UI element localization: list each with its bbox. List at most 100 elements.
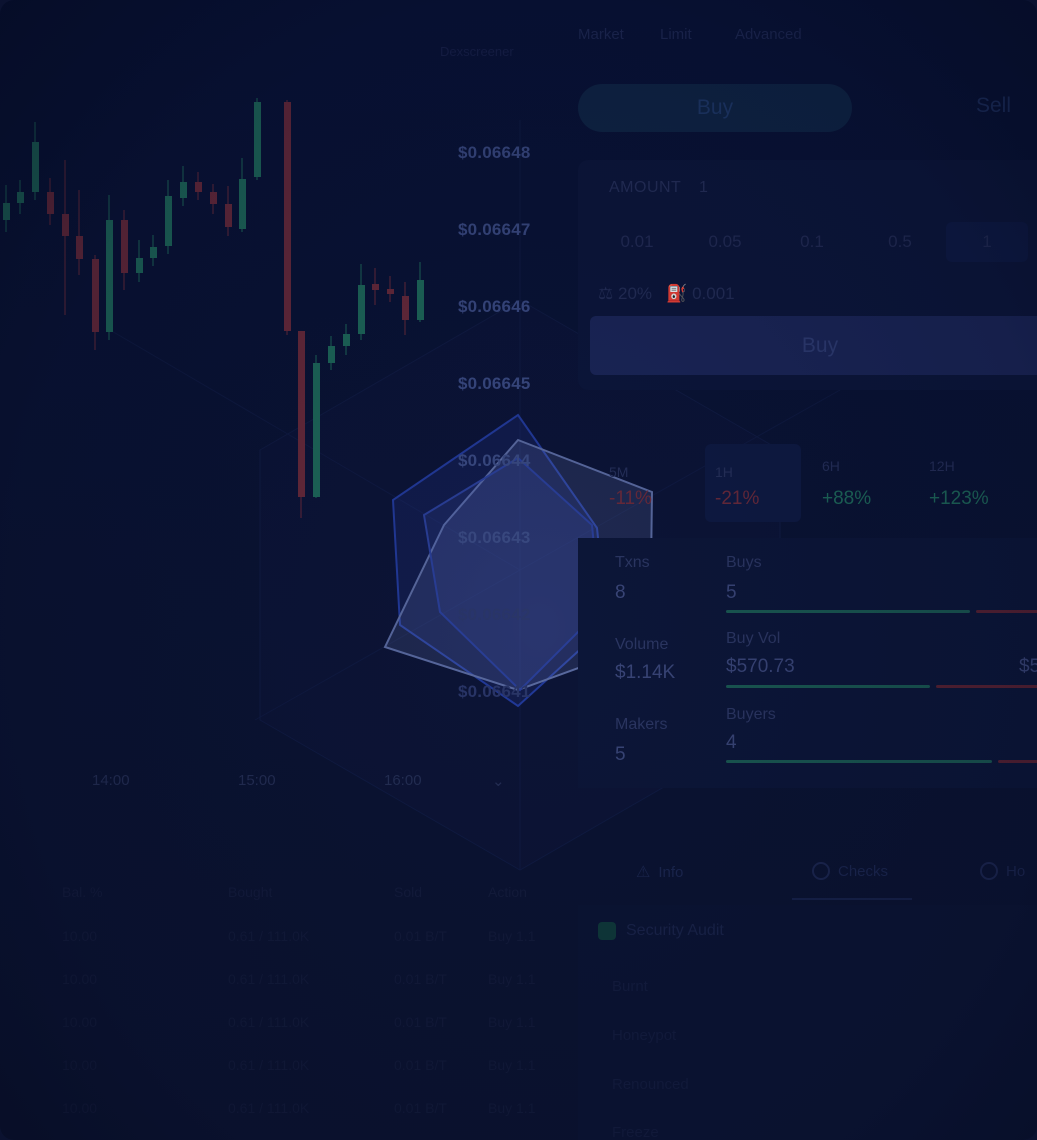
candle-body xyxy=(150,247,157,258)
shield-icon xyxy=(812,862,830,880)
fee-row[interactable]: ⚖ 20% ⛽ 0.001 xyxy=(598,284,735,304)
txns-label: Txns xyxy=(615,554,650,571)
candle-body xyxy=(106,220,113,332)
security-audit-header[interactable]: Security Audit xyxy=(598,922,724,940)
candle-body xyxy=(313,363,320,497)
buyers-value: 4 xyxy=(726,732,737,753)
candle-body xyxy=(417,280,424,320)
time-tick: 14:00 xyxy=(92,772,130,789)
trade-cell: 0.61 / 111.0K xyxy=(228,1014,310,1030)
timeframe-name: 6H xyxy=(822,458,840,474)
candle-body xyxy=(328,346,335,363)
timeframe-12h[interactable]: 12H +123% xyxy=(919,444,1015,522)
sell-vol-value: $5 xyxy=(1019,656,1037,677)
timeframe-1h[interactable]: 1H -21% xyxy=(705,444,801,522)
priority-fee-value: 0.001 xyxy=(692,284,735,303)
sell-vol-ratio-bar xyxy=(936,685,1037,688)
price-tick: $0.06643 xyxy=(458,528,531,547)
buys-value: 5 xyxy=(726,582,737,603)
amount-option[interactable]: 0.01 xyxy=(596,222,678,262)
volume-label: Volume xyxy=(615,636,669,653)
candle-body xyxy=(136,258,143,273)
col-sold[interactable]: Sold xyxy=(394,884,422,900)
buy-tab[interactable]: Buy xyxy=(578,84,852,132)
trade-cell: Buy 1.1 xyxy=(488,928,536,944)
candle-body xyxy=(32,142,39,192)
timeframe-name: 5M xyxy=(609,464,629,480)
trade-cell: Buy 1.1 xyxy=(488,971,536,987)
candle-body xyxy=(180,182,187,198)
trade-cell: Buy 1.1 xyxy=(488,1057,536,1073)
chart-settings-icon[interactable]: ⌄ xyxy=(492,772,505,790)
tab-advanced[interactable]: Advanced xyxy=(735,26,802,43)
timeframe-name: 12H xyxy=(929,458,955,474)
amount-option[interactable]: 0.5 xyxy=(859,222,941,262)
timeframe-6h[interactable]: 6H +88% xyxy=(812,444,908,522)
tab-checks[interactable]: Checks xyxy=(812,862,888,880)
makers-value: 5 xyxy=(615,744,626,765)
col-balance[interactable]: Bal. % xyxy=(62,884,102,900)
candle-body xyxy=(165,196,172,246)
price-tick: $0.06641 xyxy=(458,682,531,701)
tab-holders-label: Ho xyxy=(1006,862,1026,880)
trade-cell: 0.01 B/T xyxy=(394,971,447,987)
candle-body xyxy=(284,102,291,331)
timeframe-change: -11% xyxy=(609,488,652,509)
audit-row: Burnt xyxy=(612,978,648,995)
audit-panel xyxy=(578,905,1037,1140)
tab-holders[interactable]: Ho xyxy=(980,862,1025,880)
candle-body xyxy=(47,192,54,214)
candle-body xyxy=(3,203,10,220)
buys-ratio-bar xyxy=(726,610,970,613)
info-icon: ⚠ xyxy=(636,864,651,881)
candle-body xyxy=(210,192,217,204)
timeframe-change: -21% xyxy=(715,488,760,509)
trade-cell: 10.00 xyxy=(62,928,98,944)
timeframe-change: +123% xyxy=(929,488,989,509)
candle-body xyxy=(372,284,379,290)
candle-body xyxy=(225,204,232,227)
amount-option-selected[interactable]: 1 xyxy=(946,222,1028,262)
chart-legend: Dexscreener xyxy=(440,44,514,59)
amount-input[interactable]: 1 xyxy=(699,179,708,197)
txns-value: 8 xyxy=(615,582,626,603)
col-action[interactable]: Action xyxy=(488,884,527,900)
sellers-ratio-bar xyxy=(998,760,1037,763)
buys-label: Buys xyxy=(726,554,762,571)
time-tick: 15:00 xyxy=(238,772,276,789)
audit-row: Renounced xyxy=(612,1076,689,1093)
trade-cell: Buy 1.1 xyxy=(488,1014,536,1030)
trade-cell: 0.61 / 111.0K xyxy=(228,1057,310,1073)
sells-ratio-bar xyxy=(976,610,1037,613)
buy-button[interactable]: Buy xyxy=(590,316,1037,375)
tab-info[interactable]: ⚠ Info xyxy=(636,862,683,882)
trade-cell: 10.00 xyxy=(62,1057,98,1073)
amount-option[interactable]: 0.05 xyxy=(684,222,766,262)
trade-cell: 0.01 B/T xyxy=(394,928,447,944)
check-icon xyxy=(598,922,616,940)
buyers-ratio-bar xyxy=(726,760,992,763)
active-tab-indicator xyxy=(792,898,912,900)
timeframe-change: +88% xyxy=(822,488,872,509)
sell-tab[interactable]: Sell xyxy=(976,94,1011,118)
tab-limit[interactable]: Limit xyxy=(660,26,692,43)
tab-info-label: Info xyxy=(658,863,684,881)
candle-body xyxy=(343,334,350,346)
trade-cell: Buy 1.1 xyxy=(488,1100,536,1116)
buy-vol-value: $570.73 xyxy=(726,656,795,677)
tab-checks-label: Checks xyxy=(838,862,889,880)
time-tick: 16:00 xyxy=(384,772,422,789)
candle-body xyxy=(195,182,202,192)
slippage-value: 20% xyxy=(617,284,653,303)
candle-body xyxy=(121,220,128,273)
amount-option[interactable]: 0.1 xyxy=(771,222,853,262)
trade-cell: 0.01 B/T xyxy=(394,1100,447,1116)
candle-body xyxy=(17,192,24,203)
timeframe-5m[interactable]: 5M -11% xyxy=(599,444,695,522)
col-bought[interactable]: Bought xyxy=(228,884,272,900)
slippage-icon: ⚖ xyxy=(598,284,614,303)
tab-market[interactable]: Market xyxy=(578,26,624,43)
trade-cell: 10.00 xyxy=(62,1100,98,1116)
price-tick: $0.06645 xyxy=(458,374,531,393)
candle-body xyxy=(254,102,261,177)
